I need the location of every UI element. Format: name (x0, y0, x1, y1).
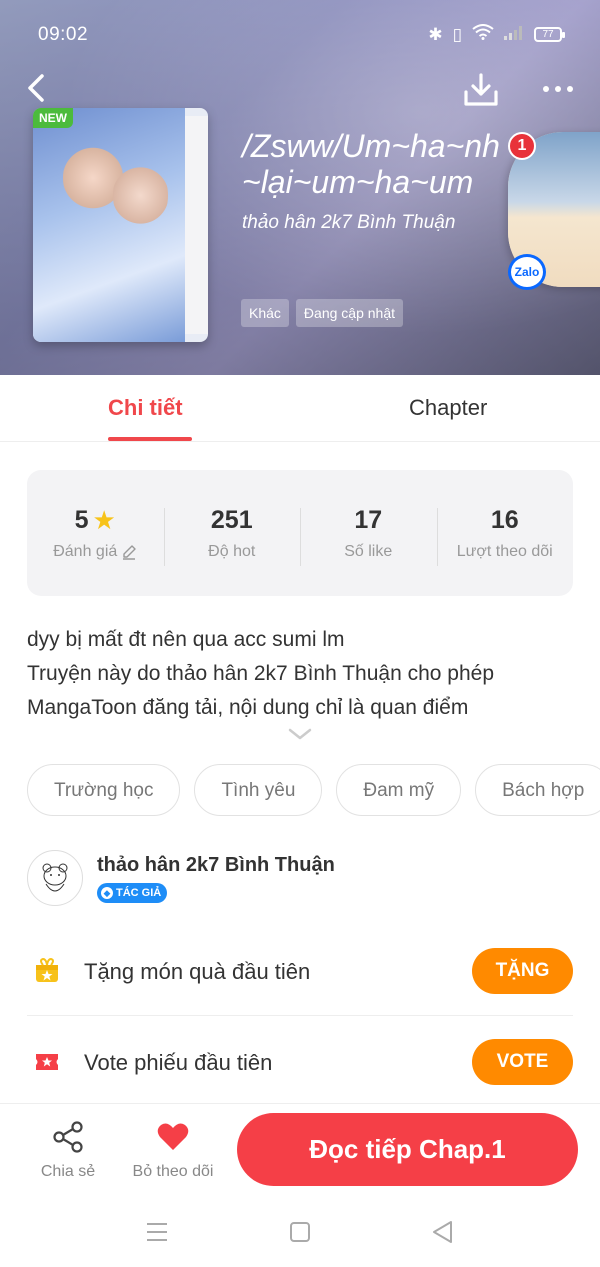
gift-icon (36, 957, 58, 982)
zalo-notification-badge: 1 (508, 132, 536, 160)
genre-chips: Trường học Tình yêu Đam mỹ Bách hợp (27, 764, 600, 816)
rating-label: Đánh giá (53, 542, 118, 560)
vote-ticket-icon (36, 1054, 58, 1070)
triangle-back-icon (433, 1221, 452, 1243)
share-label: Chia sẻ (40, 1163, 96, 1180)
stat-followers: 16 Lượt theo dõi (436, 505, 574, 566)
battery-icon: 77 (534, 27, 565, 42)
menu-lines-icon (147, 1223, 167, 1241)
author-row: thảo hân 2k7 Bình Thuận ◆ TÁC GIẢ (27, 850, 573, 910)
recent-apps-button[interactable] (142, 1217, 172, 1247)
status-icons: ✱ ▯ 77 (428, 24, 565, 45)
author-badge-label: TÁC GIẢ (116, 887, 162, 899)
system-back-button[interactable] (428, 1217, 458, 1247)
likes-label: Số like (344, 542, 393, 560)
description-line: Truyện này do thảo hân 2k7 Bình Thuận ch… (27, 662, 495, 685)
vote-row: Vote phiếu đầu tiên VOTE (27, 1017, 573, 1107)
status-bar: 09:02 ✱ ▯ 77 (38, 24, 565, 50)
tab-active-indicator (108, 437, 192, 441)
genre-chip[interactable]: Đam mỹ (336, 764, 462, 816)
home-button[interactable] (285, 1217, 315, 1247)
more-dot-icon (567, 86, 573, 92)
bluetooth-icon: ✱ (428, 24, 443, 44)
description-line: MangaToon đăng tải, nội dung chỉ là quan… (27, 696, 469, 719)
rating-value: 5 (74, 505, 89, 534)
author-avatar[interactable] (27, 850, 83, 906)
more-dot-icon (555, 86, 561, 92)
gift-row: Tặng món quà đầu tiên TẶNG (27, 926, 573, 1016)
unfollow-button[interactable]: Bỏ theo dõi (130, 1120, 216, 1181)
bear-avatar-icon (42, 863, 68, 892)
hot-label: Độ hot (208, 542, 256, 560)
genre-chip[interactable]: Tình yêu (194, 764, 323, 816)
followers-label: Lượt theo dõi (456, 542, 553, 560)
tab-detail[interactable]: Chi tiết (108, 395, 183, 421)
genre-chip[interactable]: Bách hợp (475, 764, 600, 816)
tag-status: Đang cập nhật (295, 299, 403, 327)
followers-value: 16 (490, 505, 519, 534)
unfollow-label: Bỏ theo dõi (132, 1163, 214, 1180)
share-icon (53, 1121, 83, 1153)
tab-chapter[interactable]: Chapter (409, 395, 487, 421)
book-cover[interactable]: NEW (33, 108, 208, 342)
stats-card: 5 ★ Đánh giá 251 Độ hot 17 Số like 16 Lượ… (27, 470, 573, 596)
cover-spine (185, 116, 208, 334)
description-line: dyy bị mất đt nên qua acc sumi lm (27, 628, 345, 651)
system-navigation-bar (0, 1195, 600, 1267)
stat-likes: 17 Số like (300, 505, 437, 566)
header-author[interactable]: thảo hân 2k7 Bình Thuận (242, 212, 455, 234)
status-time: 09:02 (38, 24, 89, 45)
heart-icon (157, 1123, 189, 1150)
wifi-icon (472, 24, 494, 45)
download-icon (464, 73, 498, 106)
continue-reading-button[interactable]: Đọc tiếp Chap.1 (237, 1113, 578, 1186)
stat-rating[interactable]: 5 ★ Đánh giá (27, 506, 164, 561)
more-options-button[interactable] (536, 74, 580, 104)
expand-description-button[interactable] (286, 724, 314, 744)
vibrate-icon: ▯ (452, 24, 462, 44)
square-home-icon (290, 1222, 310, 1242)
author-badge: ◆ TÁC GIẢ (97, 883, 168, 903)
back-arrow-icon (28, 74, 44, 102)
book-title: /Zsww/Um~ha~nh ~lại~um~ha~um (242, 128, 500, 200)
more-dot-icon (543, 86, 549, 92)
cover-image (33, 108, 185, 342)
stat-hot: 251 Độ hot (163, 505, 301, 566)
likes-value: 17 (354, 505, 383, 534)
bottom-action-bar: Chia sẻ Bỏ theo dõi Đọc tiếp Chap.1 (0, 1103, 600, 1195)
top-toolbar (20, 68, 580, 112)
download-button[interactable] (462, 72, 500, 108)
description: dyy bị mất đt nên qua acc sumi lm Truyện… (27, 623, 575, 725)
tab-bar: Chi tiết Chapter (0, 375, 600, 442)
signal-icon (504, 25, 524, 45)
star-icon: ★ (92, 505, 116, 535)
share-button[interactable]: Chia sẻ (38, 1120, 98, 1181)
gift-button[interactable]: TẶNG (472, 948, 573, 994)
genre-chip[interactable]: Trường học (27, 764, 181, 816)
hot-value: 251 (210, 505, 253, 534)
new-badge: NEW (33, 108, 73, 128)
zalo-logo-icon: Zalo (508, 254, 546, 290)
chevron-down-icon (288, 728, 312, 740)
header-tags: Khác Đang cập nhật (241, 299, 403, 327)
author-badge-icon: ◆ (101, 887, 113, 899)
tag-category: Khác (241, 299, 289, 327)
vote-button[interactable]: VOTE (472, 1039, 573, 1085)
author-name[interactable]: thảo hân 2k7 Bình Thuận (97, 854, 335, 877)
edit-pencil-icon (123, 544, 136, 560)
vote-label: Vote phiếu đầu tiên (84, 1050, 273, 1075)
gift-label: Tặng món quà đầu tiên (84, 959, 311, 984)
back-button[interactable] (20, 70, 56, 106)
